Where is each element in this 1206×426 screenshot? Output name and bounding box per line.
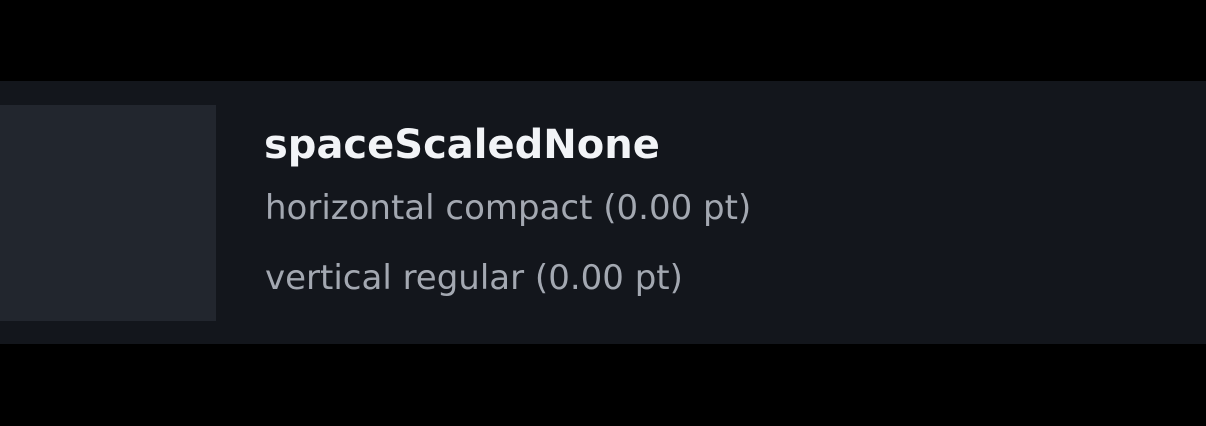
- spacing-preview-swatch: [0, 105, 216, 321]
- horizontal-value: horizontal compact (0.00 pt): [265, 188, 752, 228]
- spacing-token-row: spaceScaledNone horizontal compact (0.00…: [0, 81, 1206, 344]
- vertical-value: vertical regular (0.00 pt): [265, 258, 683, 298]
- token-name: spaceScaledNone: [264, 122, 660, 168]
